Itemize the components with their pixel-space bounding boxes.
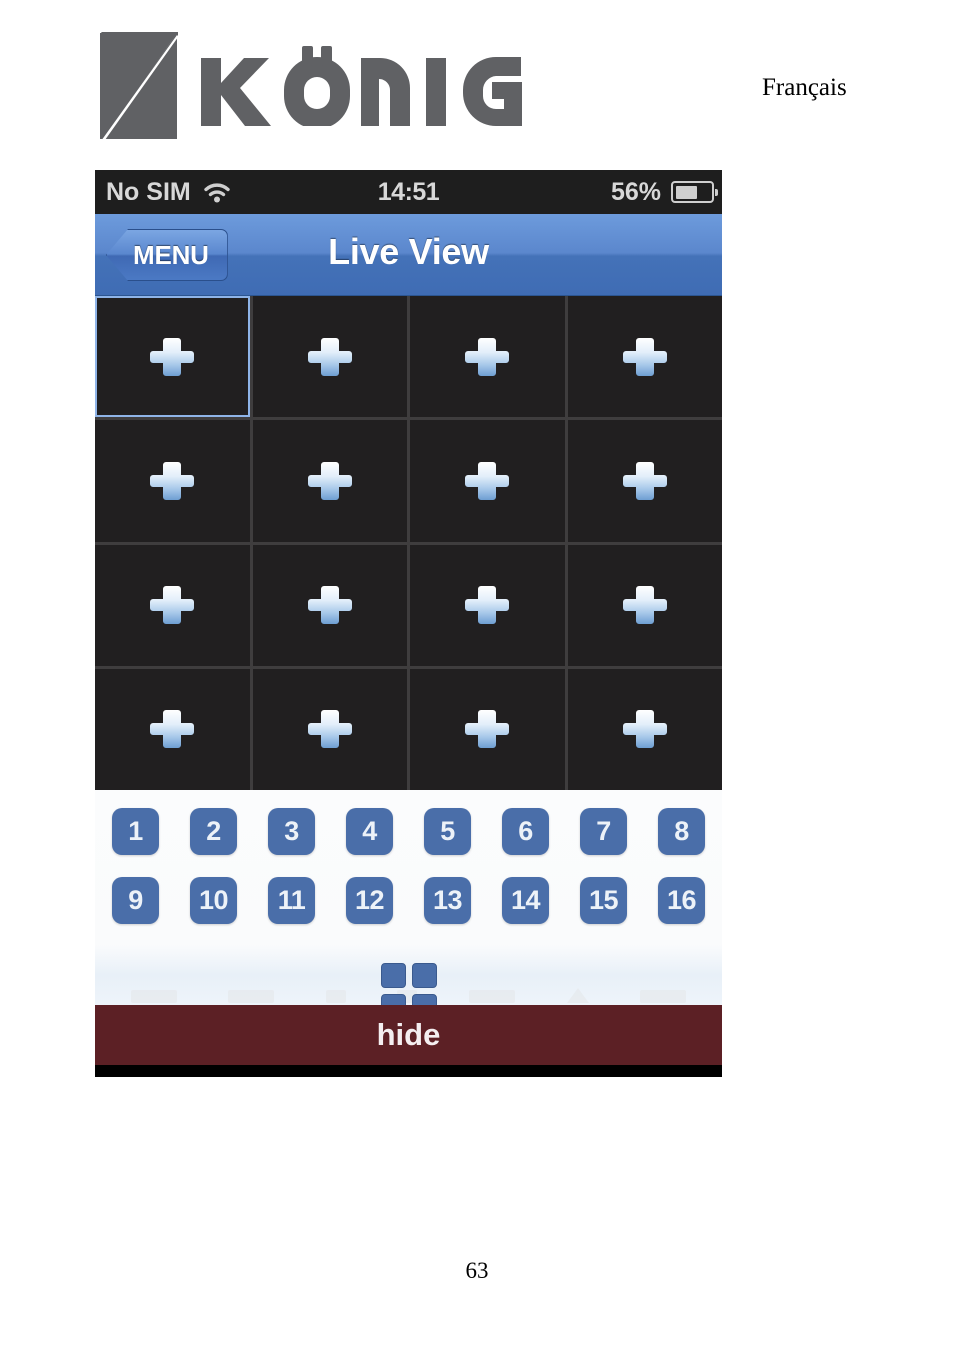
layout-selector-row [95, 963, 722, 1005]
plus-icon [465, 710, 510, 749]
layout-quadrant [411, 963, 437, 988]
video-cell-10[interactable] [252, 544, 407, 666]
channel-button-15[interactable]: 15 [580, 877, 627, 924]
battery-icon [671, 181, 718, 203]
plus-icon [622, 710, 667, 749]
plus-icon [307, 710, 352, 749]
video-cell-7[interactable] [410, 420, 565, 542]
plus-icon [307, 337, 352, 376]
plus-icon [150, 461, 195, 500]
plus-icon [150, 710, 195, 749]
language-label: Français [762, 74, 847, 101]
layout-quadrant [380, 963, 406, 988]
page-title: Live View [328, 231, 489, 272]
video-cell-4[interactable] [567, 296, 722, 418]
channel-button-12[interactable]: 12 [346, 877, 393, 924]
plus-icon [465, 461, 510, 500]
hide-button[interactable]: hide [95, 1005, 722, 1065]
video-cell-9[interactable] [95, 544, 250, 666]
channel-button-16[interactable]: 16 [658, 877, 705, 924]
channel-button-11[interactable]: 11 [268, 877, 315, 924]
channel-button-4[interactable]: 4 [346, 808, 393, 855]
plus-icon [622, 461, 667, 500]
status-bar-right: 56% [610, 177, 718, 207]
layout-quadrant [380, 994, 406, 1005]
grid-2x2-layout-icon[interactable] [380, 963, 437, 1005]
channel-button-13[interactable]: 13 [424, 877, 471, 924]
konig-wordmark-icon [201, 46, 522, 126]
plus-icon [150, 337, 195, 376]
channel-button-8[interactable]: 8 [658, 808, 705, 855]
brand-logo [98, 32, 523, 140]
channel-row-2: 9 10 11 12 13 14 15 16 [95, 877, 722, 924]
video-cell-5[interactable] [95, 420, 250, 542]
channel-button-2[interactable]: 2 [190, 808, 237, 855]
channel-button-9[interactable]: 9 [112, 877, 159, 924]
video-cell-11[interactable] [410, 544, 565, 666]
nav-bar: MENU Live View [95, 214, 722, 296]
phone-screenshot: No SIM 14:51 56% MENU Live View 12345678 [95, 170, 722, 1077]
video-cell-3[interactable] [410, 296, 565, 418]
video-grid [95, 296, 722, 790]
video-cell-16[interactable] [567, 668, 722, 790]
plus-icon [465, 586, 510, 625]
channel-button-6[interactable]: 6 [502, 808, 549, 855]
channel-selector-panel: 12345678 9 10 11 12 13 14 15 16 [95, 790, 722, 1005]
plus-icon [307, 586, 352, 625]
video-cell-12[interactable] [567, 544, 722, 666]
video-cell-13[interactable] [95, 668, 250, 790]
plus-icon [307, 461, 352, 500]
plus-icon [465, 337, 510, 376]
plus-icon [622, 586, 667, 625]
channel-button-14[interactable]: 14 [502, 877, 549, 924]
video-cell-2[interactable] [252, 296, 407, 418]
video-cell-6[interactable] [252, 420, 407, 542]
video-cell-1[interactable] [95, 296, 250, 418]
channel-button-5[interactable]: 5 [424, 808, 471, 855]
plus-icon [150, 586, 195, 625]
battery-percent-label: 56% [610, 177, 661, 206]
channel-button-3[interactable]: 3 [268, 808, 315, 855]
channel-row-1: 12345678 [95, 808, 722, 855]
plus-icon [622, 337, 667, 376]
video-cell-8[interactable] [567, 420, 722, 542]
channel-button-7[interactable]: 7 [580, 808, 627, 855]
konig-k-logo-icon [100, 32, 179, 140]
document-header: Français [0, 0, 954, 170]
layout-quadrant [411, 994, 437, 1005]
page-number: 63 [465, 1258, 489, 1283]
channel-button-1[interactable]: 1 [112, 808, 159, 855]
status-bar: No SIM 14:51 56% [95, 170, 722, 214]
video-cell-15[interactable] [410, 668, 565, 790]
channel-button-10[interactable]: 10 [190, 877, 237, 924]
video-cell-14[interactable] [252, 668, 407, 790]
